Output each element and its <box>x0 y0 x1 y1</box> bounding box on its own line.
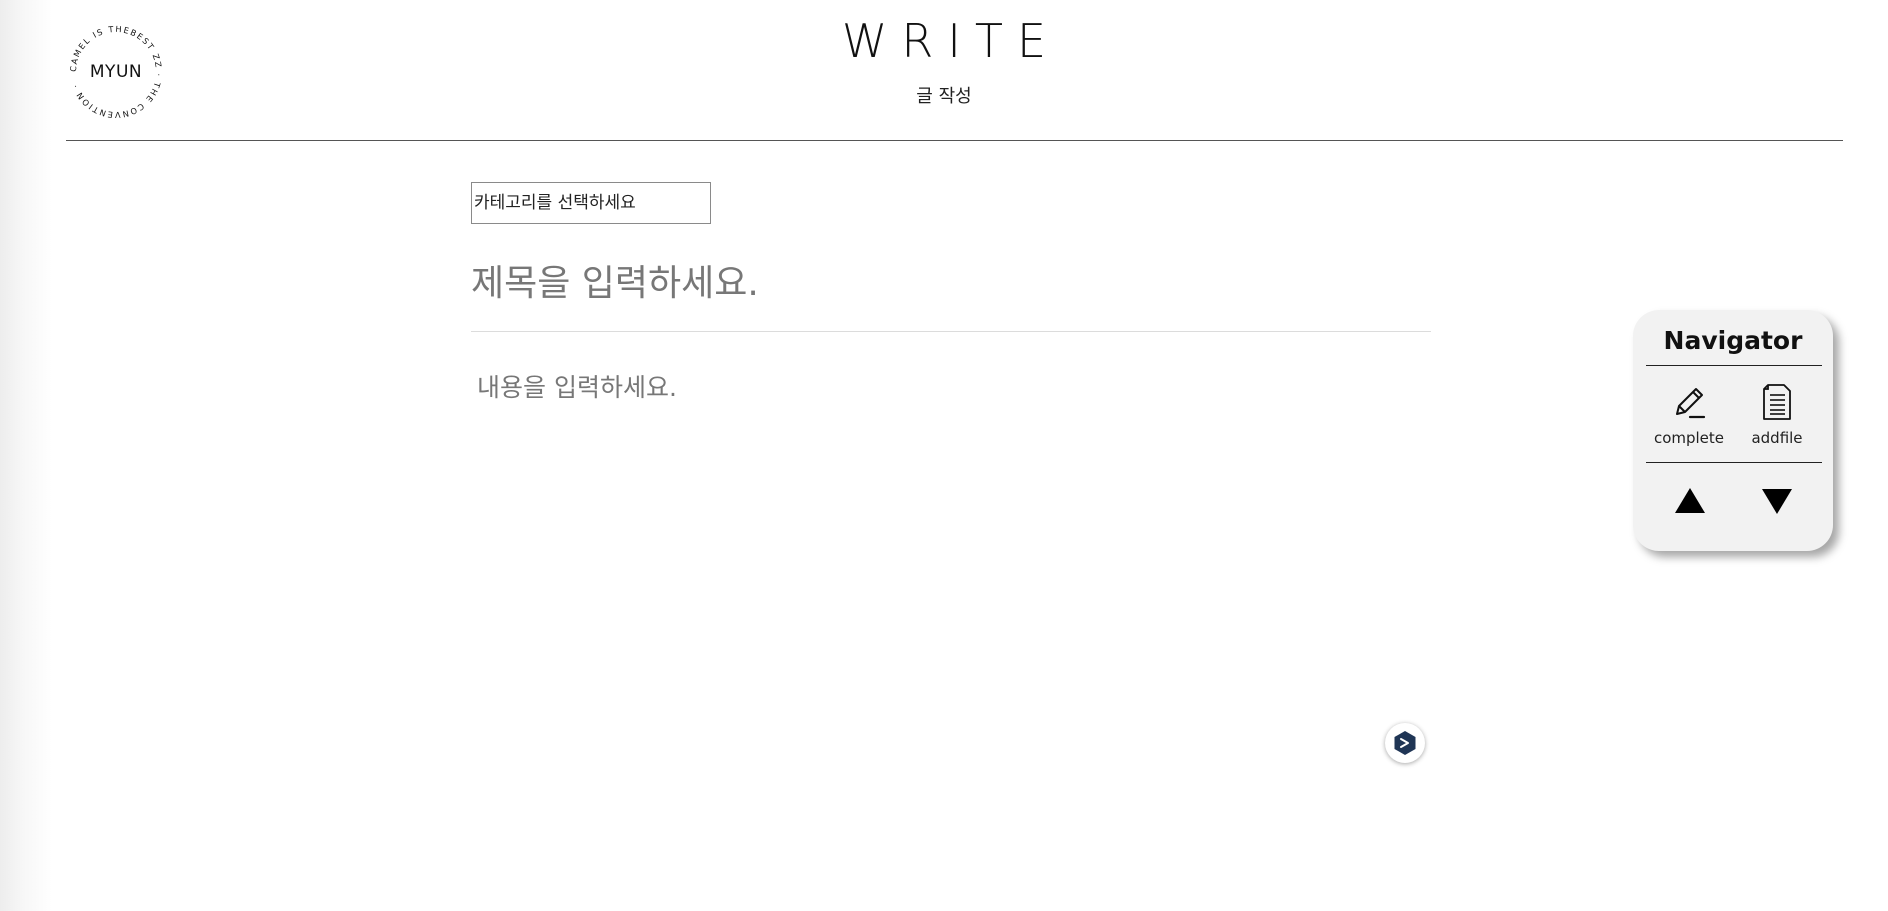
page-subtitle: 글 작성 <box>916 86 972 107</box>
page-title-text: WRITE <box>841 14 1061 68</box>
scroll-down-button[interactable] <box>1757 484 1797 518</box>
addfile-label: addfile <box>1751 429 1803 447</box>
triangle-down-icon <box>1762 489 1792 514</box>
page: CAMEL IS THEBEST ZZ · THE CONVENTION · M… <box>0 0 1888 911</box>
content-textarea[interactable] <box>477 368 1427 668</box>
category-select[interactable]: 카테고리를 선택하세요 <box>471 182 711 224</box>
left-edge-shadow <box>0 0 52 911</box>
addfile-button[interactable]: addfile <box>1732 381 1822 447</box>
navigator-title: Navigator <box>1663 326 1803 355</box>
triangle-up-icon <box>1675 488 1705 513</box>
document-icon <box>1763 384 1791 420</box>
navigator-divider <box>1646 462 1822 463</box>
navigator-panel: Navigator complete addfile <box>1633 310 1833 551</box>
scroll-up-button[interactable] <box>1670 484 1710 518</box>
title-divider <box>471 331 1431 332</box>
pencil-icon <box>1676 388 1706 419</box>
hexagon-arrow-icon <box>1394 731 1416 755</box>
complete-button[interactable]: complete <box>1644 381 1734 447</box>
page-title: WRITE <box>0 14 1888 68</box>
complete-label: complete <box>1653 429 1725 447</box>
header-divider <box>66 140 1843 141</box>
navigator-divider <box>1646 365 1822 366</box>
title-input[interactable] <box>469 258 1433 308</box>
floating-extension-button[interactable] <box>1385 723 1425 763</box>
